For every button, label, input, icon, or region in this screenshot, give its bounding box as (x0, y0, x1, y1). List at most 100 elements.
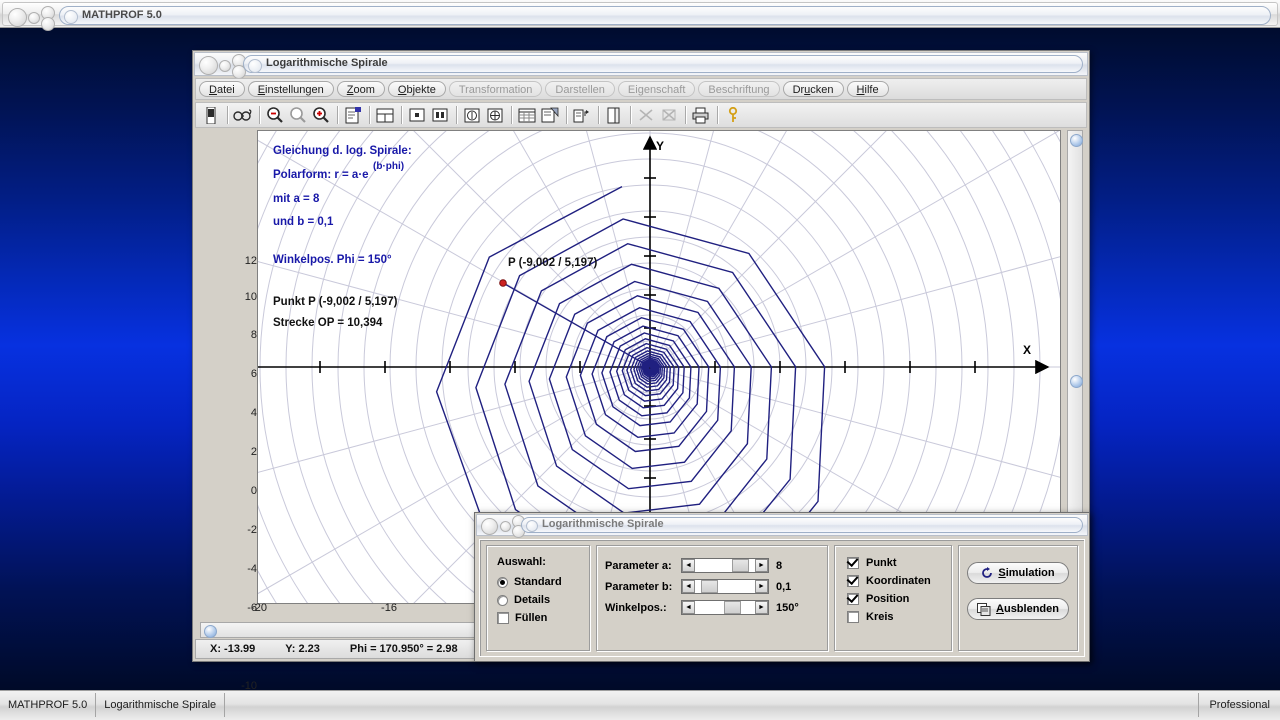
slider-b-track[interactable] (696, 580, 754, 593)
main-window-titlebar[interactable]: Logarithmische Spirale (194, 52, 1088, 79)
slider-b-left-arrow-icon[interactable]: ◄ (682, 580, 695, 593)
status-y: Y: 2.23 (285, 643, 320, 655)
toolbar-separator (630, 106, 631, 124)
slider-winkelpos-value: 150° (776, 601, 799, 614)
menu-zoom[interactable]: Zoom (336, 81, 385, 97)
checkbox-fuellen-label: Füllen (515, 612, 548, 624)
slider-parameter-a-value: 8 (776, 559, 783, 572)
parameter-dialog: Logarithmische Spirale Auswahl: Standard… (474, 512, 1090, 662)
slider-winkelpos-right-arrow-icon[interactable]: ► (755, 601, 768, 614)
checkbox-fuellen[interactable]: Füllen (497, 612, 589, 624)
simulation-button[interactable]: Simulation (967, 562, 1069, 584)
status-x: X: -13.99 (210, 643, 256, 655)
slider-parameter-a-row: Parameter a: ◄ ► 8 (605, 558, 827, 573)
checkbox-koordinaten[interactable]: Koordinaten (847, 575, 951, 587)
toolbar-separator (456, 106, 457, 124)
checkbox-fuellen-indicator[interactable] (497, 612, 509, 624)
menu-hilfe[interactable]: Hilfe (846, 81, 889, 97)
hscrollbar-grip-left[interactable] (204, 625, 217, 638)
main-window-title-pill: Logarithmische Spirale (243, 55, 1083, 73)
minimize-button-icon[interactable] (219, 60, 231, 72)
slider-b-thumb[interactable] (700, 580, 718, 593)
checkbox-punkt[interactable]: Punkt (847, 557, 951, 569)
delete-all-icon[interactable] (658, 104, 680, 126)
layout-icon[interactable] (374, 104, 396, 126)
slider-winkelpos-left-arrow-icon[interactable]: ◄ (682, 601, 695, 614)
scrollbar-grip-top[interactable] (1070, 134, 1083, 147)
checkbox-kreis-label: Kreis (866, 611, 894, 623)
zoom-out-icon[interactable] (264, 104, 286, 126)
checkbox-position[interactable]: Position (847, 593, 951, 605)
radio-standard-indicator[interactable] (497, 576, 508, 588)
radio-details[interactable]: Details (497, 594, 589, 606)
taskbar-item-logspirale[interactable]: Logarithmische Spirale (96, 693, 226, 717)
delete-icon[interactable] (635, 104, 657, 126)
menu-einstellungen[interactable]: Einstellungen (247, 81, 334, 97)
menu-drucken[interactable]: Drucken (782, 81, 844, 97)
taskbar: MATHPROF 5.0 Logarithmische Spirale Prof… (0, 690, 1280, 720)
x-axis-title: X (1023, 343, 1032, 357)
menu-transformation: Transformation (448, 81, 543, 97)
slider-parameter-b[interactable]: ◄ ► (681, 579, 769, 594)
close-button-icon[interactable] (199, 56, 218, 75)
app-window-controls[interactable] (7, 6, 55, 31)
radio-details-indicator[interactable] (497, 594, 508, 606)
slider-a-right-arrow-icon[interactable]: ► (755, 559, 768, 572)
close-button-icon[interactable] (8, 8, 27, 27)
glasses-icon[interactable] (232, 104, 254, 126)
slider-a-thumb[interactable] (731, 559, 749, 572)
slider-winkelpos-track[interactable] (696, 601, 754, 614)
close-button-icon[interactable] (481, 518, 498, 535)
dialog-titlebar[interactable]: Logarithmische Spirale (476, 514, 1088, 538)
checkbox-position-indicator[interactable] (847, 593, 859, 605)
copy-icon[interactable] (603, 104, 625, 126)
zoom-in-icon[interactable] (310, 104, 332, 126)
y-tick-label: 8 (250, 329, 257, 341)
restore-button-icon[interactable] (41, 17, 55, 31)
app-titlebar: MATHPROF 5.0 (0, 0, 1280, 31)
info-circle-icon[interactable] (461, 104, 483, 126)
y-tick-label: 2 (250, 446, 257, 458)
status-phi: Phi = 170.950° = 2.98 (349, 643, 458, 655)
checkbox-kreis-indicator[interactable] (847, 611, 859, 623)
help-key-icon[interactable] (722, 104, 744, 126)
taskbar-item-mathprof[interactable]: MATHPROF 5.0 (0, 693, 97, 717)
target-circle-icon[interactable] (484, 104, 506, 126)
y-tick-label: 0 (250, 485, 257, 497)
radio-standard[interactable]: Standard (497, 576, 589, 588)
checkbox-koordinaten-indicator[interactable] (847, 575, 859, 587)
main-window-controls[interactable] (198, 54, 246, 79)
minimize-button-icon[interactable] (28, 12, 40, 24)
report-icon[interactable] (539, 104, 561, 126)
slider-parameter-a[interactable]: ◄ ► (681, 558, 769, 573)
single-pane-icon[interactable] (406, 104, 428, 126)
dual-pane-icon[interactable] (429, 104, 451, 126)
toolbar-separator (369, 106, 370, 124)
properties-icon[interactable] (342, 104, 364, 126)
chart-export-icon[interactable] (571, 104, 593, 126)
slider-a-left-arrow-icon[interactable]: ◄ (682, 559, 695, 572)
slider-winkelpos[interactable]: ◄ ► (681, 600, 769, 615)
ausblenden-button[interactable]: Ausblenden (967, 598, 1069, 620)
menu-datei[interactable]: Datei (199, 81, 245, 97)
minimize-button-icon[interactable] (500, 521, 511, 532)
y-axis-title: Y (656, 139, 665, 153)
taskbar-edition-label: Professional (1198, 693, 1280, 717)
module-icon[interactable] (200, 104, 222, 126)
slider-a-track[interactable] (696, 559, 754, 572)
scrollbar-grip-thumb[interactable] (1070, 375, 1083, 388)
slider-parameter-b-value: 0,1 (776, 580, 792, 593)
checkbox-punkt-indicator[interactable] (847, 557, 859, 569)
print-icon[interactable] (690, 104, 712, 126)
table-icon[interactable] (516, 104, 538, 126)
y-tick-label: 4 (250, 407, 257, 419)
checkbox-position-label: Position (866, 593, 910, 605)
auswahl-group: Auswahl: Standard Details Füllen (486, 545, 590, 651)
menu-objekte[interactable]: Objekte (387, 81, 446, 97)
zoom-reset-icon[interactable] (287, 104, 309, 126)
main-window-title: Logarithmische Spirale (266, 57, 388, 69)
slider-b-right-arrow-icon[interactable]: ► (755, 580, 768, 593)
slider-winkelpos-thumb[interactable] (723, 601, 741, 614)
checkbox-kreis[interactable]: Kreis (847, 611, 951, 623)
annotation-winkelpos: Winkelpos. Phi = 150° (273, 254, 392, 266)
